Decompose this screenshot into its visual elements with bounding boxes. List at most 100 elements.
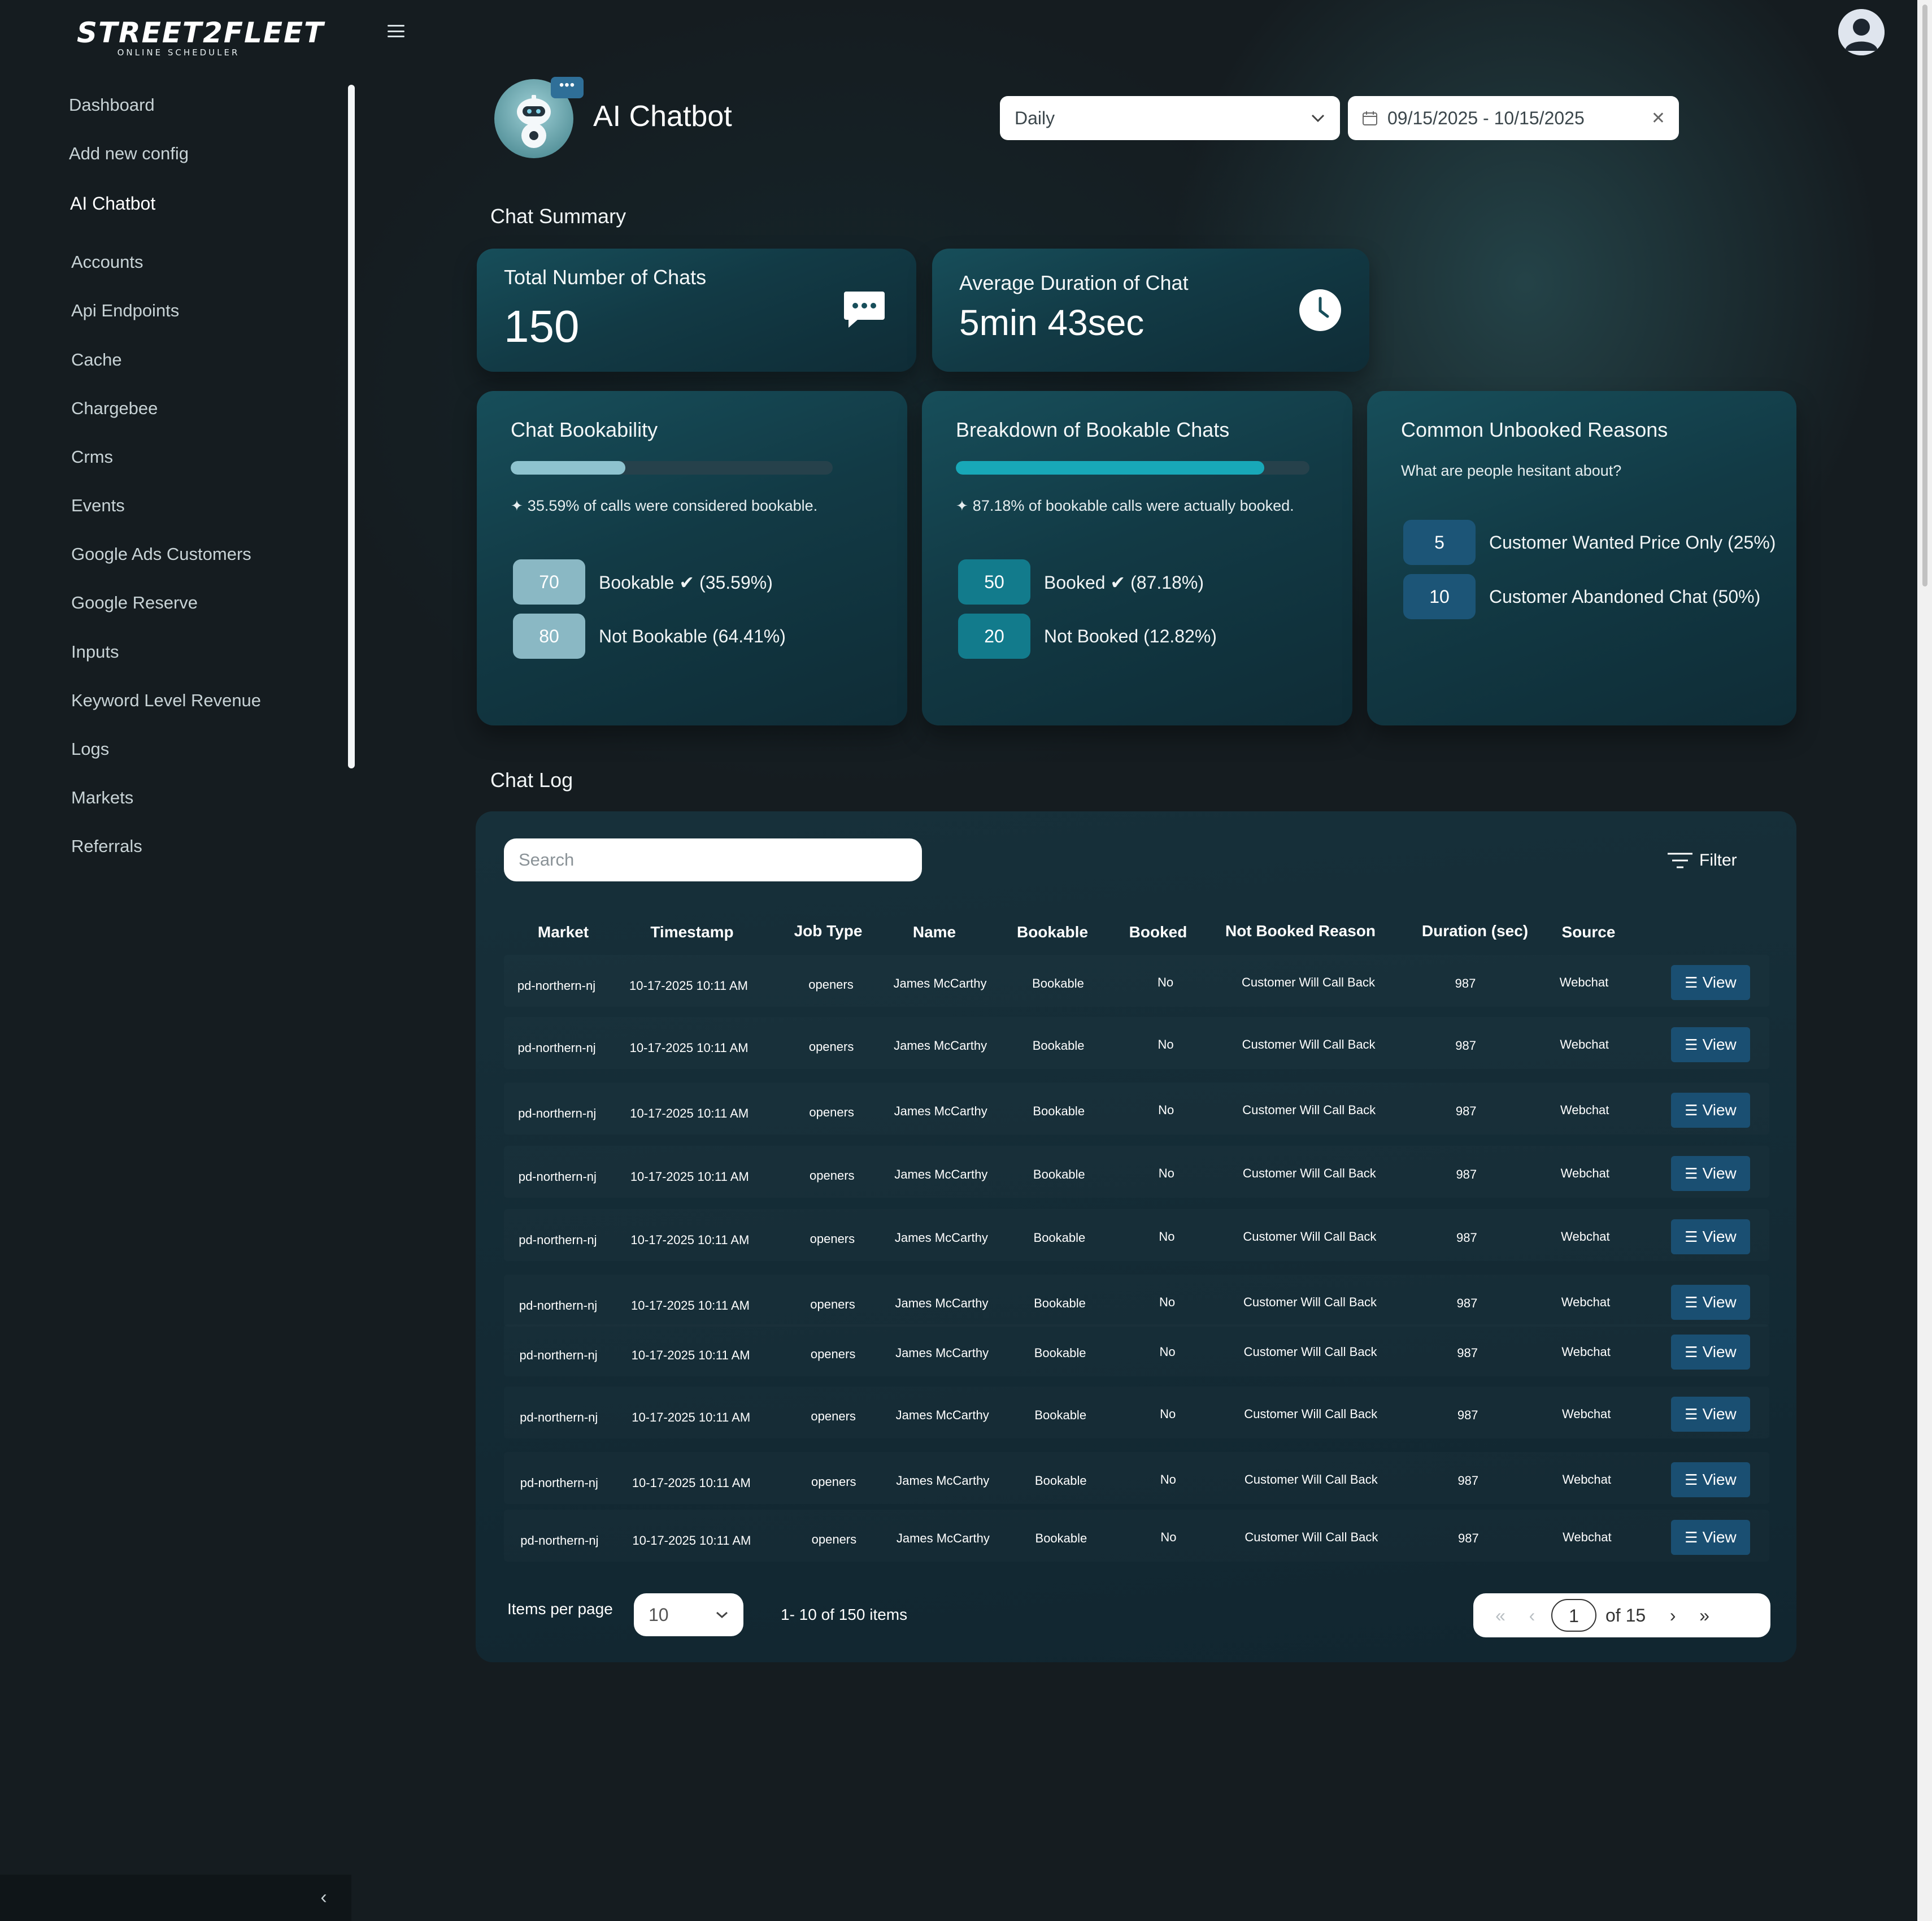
cell-booked: No: [1157, 975, 1174, 989]
column-header-name[interactable]: Name: [913, 923, 956, 941]
view-button[interactable]: ☰ View: [1671, 1219, 1750, 1254]
cell-booked: No: [1160, 1530, 1177, 1544]
cell-duration: 987: [1456, 1296, 1478, 1310]
cell-bookable: Bookable: [1033, 1167, 1085, 1181]
cell-not-booked-reason: Customer Will Call Back: [1243, 1229, 1377, 1244]
cell-duration: 987: [1457, 1346, 1478, 1360]
sidebar-item-api-endpoints[interactable]: Api Endpoints: [71, 301, 179, 321]
view-button[interactable]: ☰ View: [1671, 1335, 1750, 1370]
sidebar-item-inputs[interactable]: Inputs: [71, 642, 119, 662]
sidebar-item-add-new-config[interactable]: Add new config: [69, 144, 189, 164]
not-bookable-count-badge: 80: [513, 614, 585, 659]
column-header-booked[interactable]: Booked: [1129, 923, 1187, 941]
breakdown-progress-fill: [956, 461, 1264, 475]
sidebar-item-logs[interactable]: Logs: [71, 739, 109, 759]
collapse-sidebar-icon[interactable]: ‹: [315, 1886, 332, 1909]
date-range-picker[interactable]: 09/15/2025 - 10/15/2025 ✕: [1348, 96, 1679, 140]
bookability-progress: [511, 461, 833, 475]
bookable-breakdown-card: Breakdown of Bookable Chats ✦ 87.18% of b…: [922, 391, 1352, 725]
column-header-bookable[interactable]: Bookable: [1017, 923, 1088, 941]
cell-booked: No: [1160, 1472, 1176, 1487]
brand-name: STREET2FLEET: [77, 16, 325, 49]
view-button[interactable]: ☰ View: [1671, 965, 1750, 1000]
items-per-page-select[interactable]: 10: [634, 1593, 743, 1636]
sidebar-item-referrals[interactable]: Referrals: [71, 836, 142, 857]
cell-not-booked-reason: Customer Will Call Back: [1242, 975, 1375, 989]
view-button[interactable]: ☰ View: [1671, 1093, 1750, 1128]
view-button[interactable]: ☰ View: [1671, 1156, 1750, 1191]
column-header-market[interactable]: Market: [538, 923, 589, 941]
cell-timestamp: 10-17-2025 10:11 AM: [630, 1170, 749, 1184]
cell-market: pd-northern-nj: [520, 1476, 598, 1490]
cell-timestamp: 10-17-2025 10:11 AM: [632, 1410, 751, 1424]
column-header-source[interactable]: Source: [1562, 923, 1616, 941]
breakdown-progress: [956, 461, 1309, 475]
view-button[interactable]: ☰ View: [1671, 1285, 1750, 1320]
column-header-job-type[interactable]: Job Type: [794, 922, 863, 940]
column-header-not-booked-reason[interactable]: Not Booked Reason: [1225, 922, 1376, 940]
page-scrollbar[interactable]: [1917, 0, 1932, 1921]
first-page-icon[interactable]: «: [1485, 1605, 1516, 1626]
sidebar-item-google-reserve[interactable]: Google Reserve: [71, 593, 198, 613]
column-header-timestamp[interactable]: Timestamp: [650, 923, 733, 941]
sidebar-item-dashboard[interactable]: Dashboard: [69, 95, 155, 115]
next-page-icon[interactable]: ›: [1657, 1605, 1689, 1626]
calendar-icon: [1363, 111, 1377, 125]
cell-bookable: Bookable: [1035, 1531, 1087, 1545]
cell-booked: No: [1158, 1037, 1174, 1051]
cell-name: James McCarthy: [894, 1167, 988, 1181]
last-page-icon[interactable]: »: [1689, 1605, 1720, 1626]
cell-not-booked-reason: Customer Will Call Back: [1243, 1295, 1377, 1309]
cell-duration: 987: [1455, 976, 1476, 990]
cell-duration: 987: [1457, 1408, 1478, 1422]
sidebar-item-google-ads-customers[interactable]: Google Ads Customers: [71, 544, 251, 564]
view-button[interactable]: ☰ View: [1671, 1397, 1750, 1432]
bookability-hint: ✦ 35.59% of calls were considered bookabl…: [511, 497, 817, 515]
view-button[interactable]: ☰ View: [1671, 1462, 1750, 1497]
sidebar-item-accounts[interactable]: Accounts: [71, 252, 143, 272]
search-input[interactable]: [504, 838, 922, 881]
hamburger-icon[interactable]: [388, 23, 404, 40]
sidebar-item-keyword-level-revenue[interactable]: Keyword Level Revenue: [71, 690, 261, 711]
current-page-input[interactable]: 1: [1551, 1599, 1596, 1632]
view-button[interactable]: ☰ View: [1671, 1520, 1750, 1555]
cell-name: James McCarthy: [894, 1231, 988, 1245]
view-button[interactable]: ☰ View: [1671, 1027, 1750, 1062]
sidebar-item-ai-chatbot[interactable]: AI Chatbot: [70, 193, 155, 214]
previous-page-icon[interactable]: ‹: [1516, 1605, 1548, 1626]
unbooked-reasons-card: Common Unbooked Reasons What are people …: [1367, 391, 1796, 725]
unbooked-reasons-subtitle: What are people hesitant about?: [1401, 462, 1622, 479]
clock-icon: [1299, 289, 1341, 331]
brand-logo[interactable]: STREET2FLEET ONLINE SCHEDULER: [77, 16, 325, 58]
cell-source: Webchat: [1563, 1530, 1612, 1544]
filter-button[interactable]: Filter: [1666, 851, 1737, 870]
sidebar-item-markets[interactable]: Markets: [71, 788, 133, 808]
sidebar-item-chargebee[interactable]: Chargebee: [71, 398, 158, 419]
list-icon: ☰: [1685, 1228, 1698, 1245]
sidebar-item-events[interactable]: Events: [71, 496, 125, 516]
cell-job-type: openers: [808, 977, 854, 992]
cell-job-type: openers: [810, 1347, 856, 1361]
chat-bookability-card: Chat Bookability ✦ 35.59% of calls were c…: [477, 391, 907, 725]
cell-market: pd-northern-nj: [517, 1041, 596, 1055]
list-icon: ☰: [1685, 1471, 1698, 1488]
sidebar-item-cache[interactable]: Cache: [71, 350, 122, 370]
sidebar-scrollbar[interactable]: [348, 85, 355, 768]
list-icon: ☰: [1685, 1101, 1698, 1119]
period-select[interactable]: Daily: [1000, 96, 1340, 140]
chat-bubble-icon: [844, 292, 885, 328]
page-scrollbar-thumb[interactable]: [1922, 5, 1927, 586]
user-avatar-icon[interactable]: [1838, 9, 1885, 55]
sidebar-nav: Dashboard Add new config AI Chatbot Acco…: [54, 79, 348, 870]
cell-booked: No: [1158, 1103, 1174, 1117]
cell-market: pd-northern-nj: [518, 1106, 597, 1120]
column-header-duration[interactable]: Duration (sec): [1422, 922, 1528, 940]
clear-date-icon[interactable]: ✕: [1651, 108, 1665, 128]
cell-job-type: openers: [808, 1040, 854, 1054]
abandoned-chat-count-badge: 10: [1403, 574, 1476, 619]
sidebar-footer: [0, 1875, 351, 1921]
cell-job-type: openers: [810, 1168, 855, 1183]
chat-summary-title: Chat Summary: [490, 205, 626, 228]
sidebar-item-crms[interactable]: Crms: [71, 447, 113, 467]
sparkle-icon: ✦: [956, 497, 968, 514]
